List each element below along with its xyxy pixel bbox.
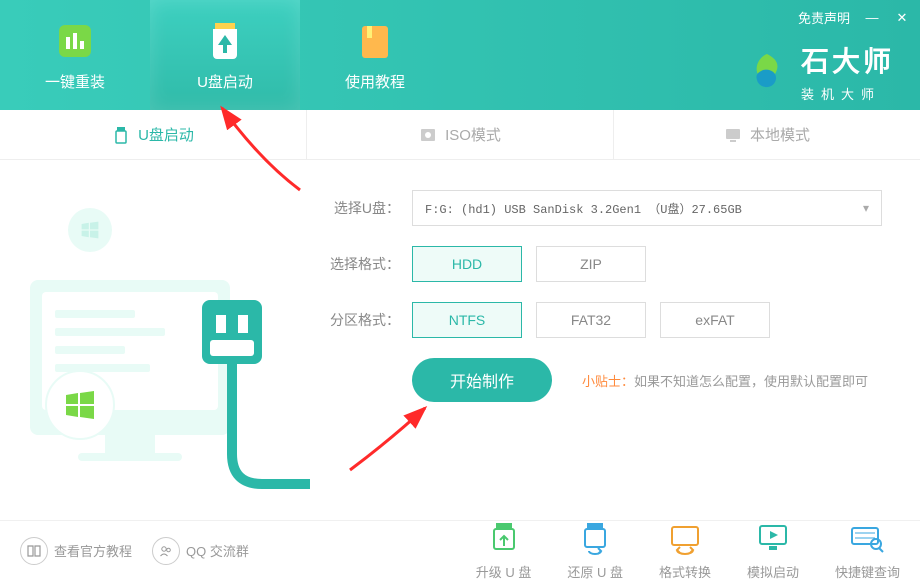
qq-group-link[interactable]: QQ 交流群 — [152, 537, 249, 565]
subtab-label: U盘启动 — [138, 124, 194, 145]
hotkey-lookup-icon — [849, 520, 885, 556]
brand-logo-icon — [745, 50, 789, 94]
format-hdd[interactable]: HDD — [412, 246, 522, 282]
link-label: QQ 交流群 — [186, 541, 249, 560]
udisk-value: F:G: (hd1) USB SanDisk 3.2Gen1 （U盘）27.65… — [425, 200, 742, 217]
tip-prefix: 小贴士： — [582, 374, 634, 389]
nav-label: U盘启动 — [197, 71, 253, 92]
tool-label: 还原 U 盘 — [567, 562, 623, 581]
window-controls: 免责声明 — ✕ — [798, 8, 910, 27]
usb-boot-icon — [203, 19, 247, 63]
official-tutorial-link[interactable]: 查看官方教程 — [20, 537, 132, 565]
tool-hotkey-lookup[interactable]: 快捷键查询 — [835, 520, 900, 581]
partition-label: 分区格式： — [320, 310, 400, 330]
tip-text: 如果不知道怎么配置，使用默认配置即可 — [634, 374, 868, 389]
partition-ntfs[interactable]: NTFS — [412, 302, 522, 338]
tool-upgrade-usb[interactable]: 升级 U 盘 — [476, 520, 532, 581]
nav-tutorial[interactable]: 使用教程 — [300, 0, 450, 110]
row-partition: 分区格式： NTFS FAT32 exFAT — [320, 302, 890, 338]
tool-restore-usb[interactable]: 还原 U 盘 — [567, 520, 623, 581]
row-udisk: 选择U盘： F:G: (hd1) USB SanDisk 3.2Gen1 （U盘… — [320, 190, 890, 226]
tip: 小贴士：如果不知道怎么配置，使用默认配置即可 — [582, 371, 868, 390]
action-row: 开始制作 小贴士：如果不知道怎么配置，使用默认配置即可 — [320, 358, 890, 402]
book-icon — [20, 537, 48, 565]
simulate-boot-icon — [755, 520, 791, 556]
subtabs: U盘启动 ISO模式 本地模式 — [0, 110, 920, 160]
start-button[interactable]: 开始制作 — [412, 358, 552, 402]
link-label: 查看官方教程 — [54, 541, 132, 560]
row-format: 选择格式： HDD ZIP — [320, 246, 890, 282]
header: 一键重装 U盘启动 使用教程 免责声明 — ✕ 石大师 装机大师 — [0, 0, 920, 110]
format-label: 选择格式： — [320, 254, 400, 274]
udisk-select[interactable]: F:G: (hd1) USB SanDisk 3.2Gen1 （U盘）27.65… — [412, 190, 882, 226]
content: 选择U盘： F:G: (hd1) USB SanDisk 3.2Gen1 （U盘… — [0, 160, 920, 520]
nav-label: 使用教程 — [345, 71, 405, 92]
subtab-local[interactable]: 本地模式 — [614, 110, 920, 159]
reinstall-icon — [53, 19, 97, 63]
tool-label: 格式转换 — [659, 562, 711, 581]
illustration — [0, 160, 310, 520]
subtab-label: ISO模式 — [445, 124, 501, 145]
tool-label: 模拟启动 — [747, 562, 799, 581]
nav-usb-boot[interactable]: U盘启动 — [150, 0, 300, 110]
partition-options: NTFS FAT32 exFAT — [412, 302, 770, 338]
nav-label: 一键重装 — [45, 71, 105, 92]
usb-illustration-icon — [0, 160, 310, 520]
chevron-down-icon: ▾ — [863, 201, 869, 216]
form: 选择U盘： F:G: (hd1) USB SanDisk 3.2Gen1 （U盘… — [310, 160, 920, 520]
subtab-usb[interactable]: U盘启动 — [0, 110, 307, 159]
tool-format-convert[interactable]: 格式转换 — [659, 520, 711, 581]
usb-icon — [112, 126, 130, 144]
format-zip[interactable]: ZIP — [536, 246, 646, 282]
tutorial-icon — [353, 19, 397, 63]
tool-simulate-boot[interactable]: 模拟启动 — [747, 520, 799, 581]
partition-fat32[interactable]: FAT32 — [536, 302, 646, 338]
format-convert-icon — [667, 520, 703, 556]
udisk-label: 选择U盘： — [320, 198, 400, 218]
restore-usb-icon — [577, 520, 613, 556]
subtab-label: 本地模式 — [750, 124, 810, 145]
tool-label: 升级 U 盘 — [476, 562, 532, 581]
brand-title: 石大师 — [801, 40, 894, 80]
close-button[interactable]: ✕ — [894, 10, 910, 26]
footer: 查看官方教程 QQ 交流群 升级 U 盘 还原 U 盘 格式转换 模拟启动 快捷… — [0, 520, 920, 580]
footer-tools: 升级 U 盘 还原 U 盘 格式转换 模拟启动 快捷键查询 — [476, 520, 900, 581]
brand-subtitle: 装机大师 — [801, 84, 894, 103]
tool-label: 快捷键查询 — [835, 562, 900, 581]
iso-icon — [419, 126, 437, 144]
brand: 石大师 装机大师 — [745, 40, 894, 103]
nav-reinstall[interactable]: 一键重装 — [0, 0, 150, 110]
footer-left: 查看官方教程 QQ 交流群 — [20, 537, 249, 565]
format-options: HDD ZIP — [412, 246, 646, 282]
disclaimer-link[interactable]: 免责声明 — [798, 8, 850, 27]
subtab-iso[interactable]: ISO模式 — [307, 110, 614, 159]
monitor-icon — [724, 126, 742, 144]
people-icon — [152, 537, 180, 565]
upgrade-usb-icon — [486, 520, 522, 556]
partition-exfat[interactable]: exFAT — [660, 302, 770, 338]
minimize-button[interactable]: — — [864, 10, 880, 25]
